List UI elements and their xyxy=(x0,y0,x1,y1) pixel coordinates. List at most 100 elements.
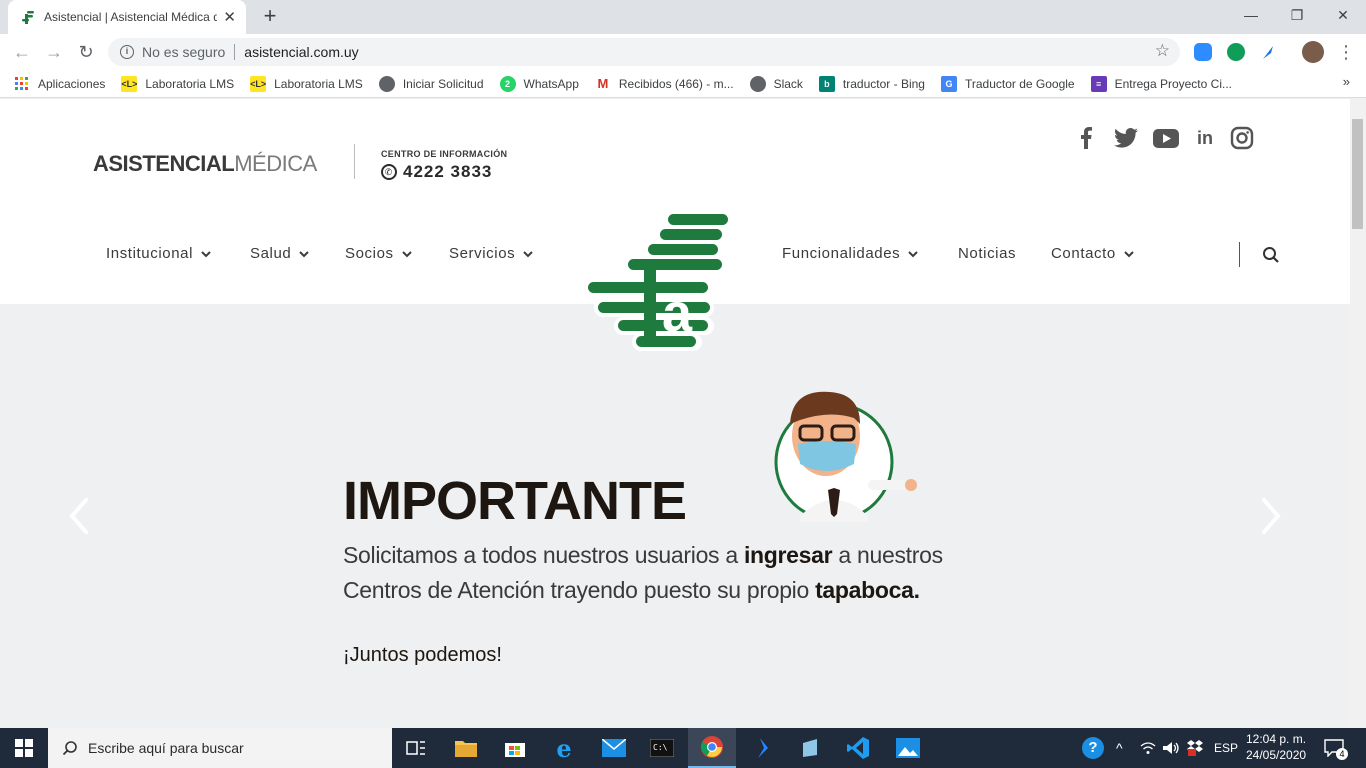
restore-button[interactable]: ❐ xyxy=(1274,0,1320,30)
chrome-taskbar-icon[interactable] xyxy=(688,728,736,768)
facebook-icon[interactable] xyxy=(1073,125,1099,151)
nav-label: Contacto xyxy=(1051,245,1116,262)
phone-number: 4222 3833 xyxy=(403,162,493,181)
tab-close-icon[interactable]: ✕ xyxy=(223,8,236,26)
logo-divider xyxy=(354,144,355,179)
bookmark-laboratoria-1[interactable]: <L> Laboratoria LMS xyxy=(121,75,235,92)
bookmarks-bar: Aplicaciones <L> Laboratoria LMS <L> Lab… xyxy=(0,70,1366,98)
forward-button[interactable]: → xyxy=(42,40,66,64)
zoom-extension-icon[interactable] xyxy=(1194,43,1212,61)
file-explorer-icon[interactable] xyxy=(442,728,490,768)
wifi-icon[interactable] xyxy=(1140,728,1156,768)
nav-institucional[interactable]: Institucional xyxy=(106,245,211,262)
system-clock[interactable]: 12:04 p. m. 24/05/2020 xyxy=(1246,731,1306,763)
bookmark-iniciar-solicitud[interactable]: Iniciar Solicitud xyxy=(378,75,484,92)
bookmark-laboratoria-2[interactable]: <L> Laboratoria LMS xyxy=(250,75,363,92)
bookmark-entrega-proyecto[interactable]: ≡ Entrega Proyecto Ci... xyxy=(1090,75,1232,92)
slide-headline: IMPORTANTE xyxy=(343,471,687,531)
google-translate-icon: G xyxy=(940,75,957,92)
centro-info-label: CENTRO DE INFORMACIÓN xyxy=(381,149,508,159)
task-view-icon[interactable] xyxy=(392,728,440,768)
volume-icon[interactable] xyxy=(1162,728,1180,768)
chrome-menu-icon[interactable]: ⋮ xyxy=(1334,40,1358,64)
linkedin-icon[interactable]: in xyxy=(1192,125,1218,151)
search-icon xyxy=(62,741,77,756)
windows-logo-icon xyxy=(15,739,33,757)
photos-icon[interactable] xyxy=(884,728,932,768)
search-icon[interactable] xyxy=(1262,246,1280,264)
bookmark-label: Entrega Proyecto Ci... xyxy=(1114,76,1232,91)
profile-avatar[interactable] xyxy=(1302,41,1324,63)
minimize-button[interactable]: — xyxy=(1228,0,1274,30)
taskbar-search-box[interactable]: Escribe aquí para buscar xyxy=(48,728,392,768)
logo-light-text: MÉDICA xyxy=(234,151,317,176)
new-tab-button[interactable]: + xyxy=(258,5,282,29)
bookmark-slack[interactable]: Slack xyxy=(749,75,803,92)
scrollbar-thumb[interactable] xyxy=(1352,119,1363,229)
bookmark-label: Laboratoria LMS xyxy=(145,76,235,91)
page-vertical-scrollbar[interactable] xyxy=(1350,99,1366,728)
globe-icon xyxy=(749,75,766,92)
bookmark-whatsapp[interactable]: 2 WhatsApp xyxy=(499,75,579,92)
hangouts-extension-icon[interactable] xyxy=(1227,43,1245,61)
svg-text:a: a xyxy=(662,283,693,343)
bookmark-bing[interactable]: b traductor - Bing xyxy=(818,75,925,92)
bookmarks-overflow-icon[interactable]: » xyxy=(1343,74,1350,89)
nav-servicios[interactable]: Servicios xyxy=(449,245,533,262)
dropbox-icon[interactable] xyxy=(1186,728,1204,768)
nav-label: Salud xyxy=(250,245,292,262)
language-indicator[interactable]: ESP xyxy=(1214,728,1238,768)
nav-noticias[interactable]: Noticias xyxy=(958,245,1016,262)
nav-salud[interactable]: Salud xyxy=(250,245,310,262)
slider-next-arrow-icon[interactable] xyxy=(1256,496,1286,536)
bookmark-aplicaciones[interactable]: Aplicaciones xyxy=(14,76,105,92)
reload-button[interactable]: ↻ xyxy=(74,40,98,64)
nav-funcionalidades[interactable]: Funcionalidades xyxy=(782,245,918,262)
info-icon[interactable]: i xyxy=(120,45,134,59)
security-label[interactable]: No es seguro xyxy=(142,44,225,60)
youtube-icon[interactable] xyxy=(1152,125,1180,151)
centro-info-phone[interactable]: ✆ 4222 3833 xyxy=(381,162,492,182)
nav-socios[interactable]: Socios xyxy=(345,245,412,262)
bookmark-gmail[interactable]: M Recibidos (466) - m... xyxy=(595,76,734,92)
windows-taskbar: Escribe aquí para buscar e C:\ ? ^ ESP 1… xyxy=(0,728,1366,768)
whatsapp-icon: 2 xyxy=(499,75,516,92)
notifications-icon[interactable]: 4 xyxy=(1324,728,1348,768)
notepad-icon[interactable] xyxy=(786,728,834,768)
help-icon[interactable]: ? xyxy=(1082,728,1104,768)
windows-start-button[interactable] xyxy=(0,728,48,768)
show-hidden-icons-icon[interactable]: ^ xyxy=(1116,728,1123,768)
sourcetree-icon[interactable] xyxy=(738,728,786,768)
url-text[interactable]: asistencial.com.uy xyxy=(244,44,358,60)
vscode-icon[interactable] xyxy=(834,728,882,768)
nav-label: Noticias xyxy=(958,245,1017,262)
phone-icon: ✆ xyxy=(381,164,397,180)
browser-tab[interactable]: Asistencial | Asistencial Médica d ✕ xyxy=(8,0,246,34)
close-window-button[interactable]: ✕ xyxy=(1320,0,1366,30)
bookmark-label: traductor - Bing xyxy=(842,76,925,91)
svg-text:C:\: C:\ xyxy=(653,743,668,752)
body-line1-end: a nuestros xyxy=(832,542,943,568)
slider-prev-arrow-icon[interactable] xyxy=(64,496,94,536)
microsoft-store-icon[interactable] xyxy=(491,728,539,768)
address-bar[interactable]: i No es seguro asistencial.com.uy ☆ xyxy=(108,38,1180,66)
asistencial-logo[interactable]: ASISTENCIALMÉDICA xyxy=(93,151,317,177)
bookmark-label: Traductor de Google xyxy=(964,76,1075,91)
globe-icon xyxy=(378,75,395,92)
nav-contacto[interactable]: Contacto xyxy=(1051,245,1134,262)
twitter-icon[interactable] xyxy=(1113,125,1139,151)
bookmark-label: Aplicaciones xyxy=(38,76,106,91)
mail-icon[interactable] xyxy=(590,728,638,768)
bookmark-star-icon[interactable]: ☆ xyxy=(1155,41,1170,61)
bookmark-google-translate[interactable]: G Traductor de Google xyxy=(940,75,1075,92)
doctor-with-mask-illustration xyxy=(774,391,917,522)
tab-title: Asistencial | Asistencial Médica d xyxy=(44,10,218,24)
asistencial-center-logo[interactable]: a xyxy=(584,211,734,361)
instagram-icon[interactable] xyxy=(1229,125,1255,151)
edge-browser-icon[interactable]: e xyxy=(540,728,588,768)
chevron-down-icon xyxy=(1124,250,1134,257)
feather-extension-icon[interactable] xyxy=(1259,43,1277,61)
terminal-icon[interactable]: C:\ xyxy=(638,728,686,768)
bookmark-label: Recibidos (466) - m... xyxy=(618,76,734,91)
back-button[interactable]: ← xyxy=(10,40,34,64)
